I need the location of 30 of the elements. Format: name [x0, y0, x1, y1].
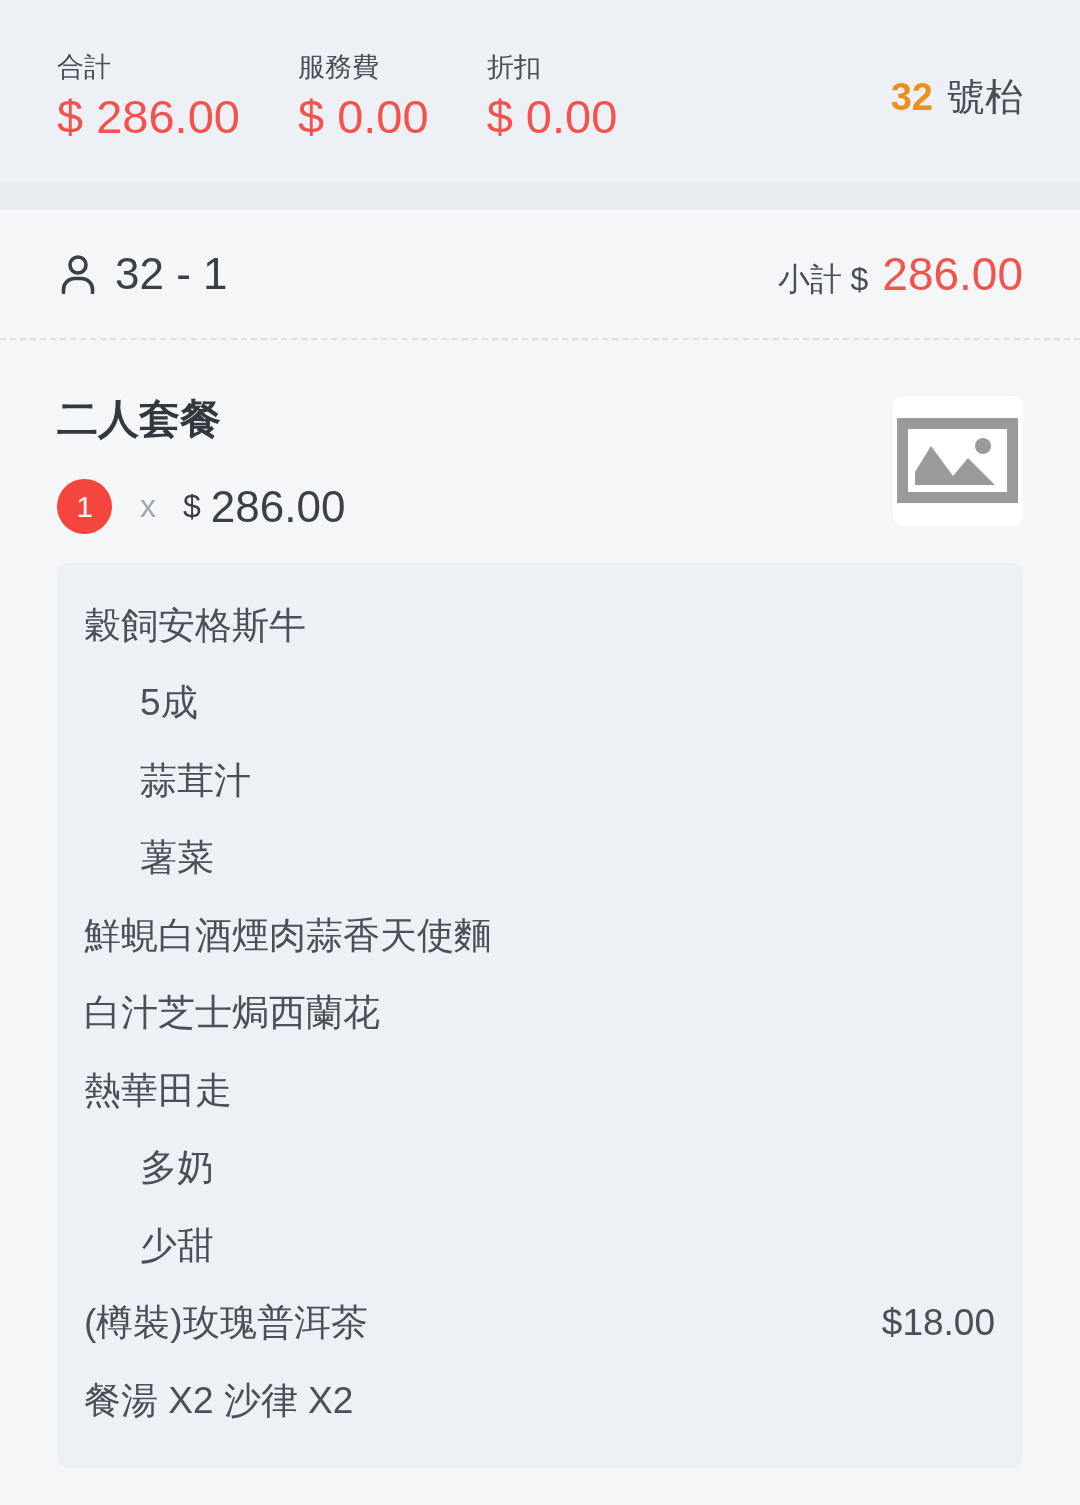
- dish-name: 白汁芝士焗西蘭花: [84, 991, 380, 1036]
- dish-name: (樽裝)玫瑰普洱茶: [84, 1301, 368, 1346]
- option-text: 5成: [140, 681, 198, 726]
- summary-label: 服務費: [297, 51, 379, 84]
- dish-name: 穀飼安格斯牛: [84, 603, 306, 648]
- dish-name: 熱華田走: [84, 1068, 232, 1113]
- quantity-badge: 1: [57, 479, 112, 534]
- item-name: 二人套餐: [57, 396, 221, 442]
- dish-price: $18.00: [881, 1302, 995, 1345]
- item-price: 286.00: [210, 481, 346, 532]
- option-text: 蒜茸汁: [140, 758, 251, 803]
- dish-name: 餐湯 X2 沙律 X2: [84, 1378, 354, 1423]
- subtotal-label: 小計 $: [777, 259, 869, 299]
- subtotal-amount: 286.00: [882, 246, 1023, 301]
- summary-amount: $ 0.00: [297, 90, 429, 144]
- option-text: 少甜: [140, 1223, 214, 1268]
- seat-label: 32 - 1: [115, 249, 228, 299]
- summary-amount: $ 0.00: [486, 90, 618, 144]
- option-text: 多奶: [140, 1146, 214, 1191]
- currency-symbol: $: [183, 488, 201, 525]
- person-icon: [60, 254, 96, 294]
- summary-label: 折扣: [486, 51, 541, 84]
- option-text: 薯菜: [140, 836, 214, 881]
- image-placeholder-icon: [893, 396, 1023, 526]
- table-label: 號枱: [947, 74, 1023, 120]
- multiply-sign: x: [140, 488, 156, 525]
- summary-label: 合計: [57, 51, 111, 84]
- table-number: 32: [890, 75, 933, 119]
- dish-name: 鮮蜆白酒煙肉蒜香天使麵: [84, 913, 491, 958]
- summary-amount: $ 286.00: [57, 90, 240, 144]
